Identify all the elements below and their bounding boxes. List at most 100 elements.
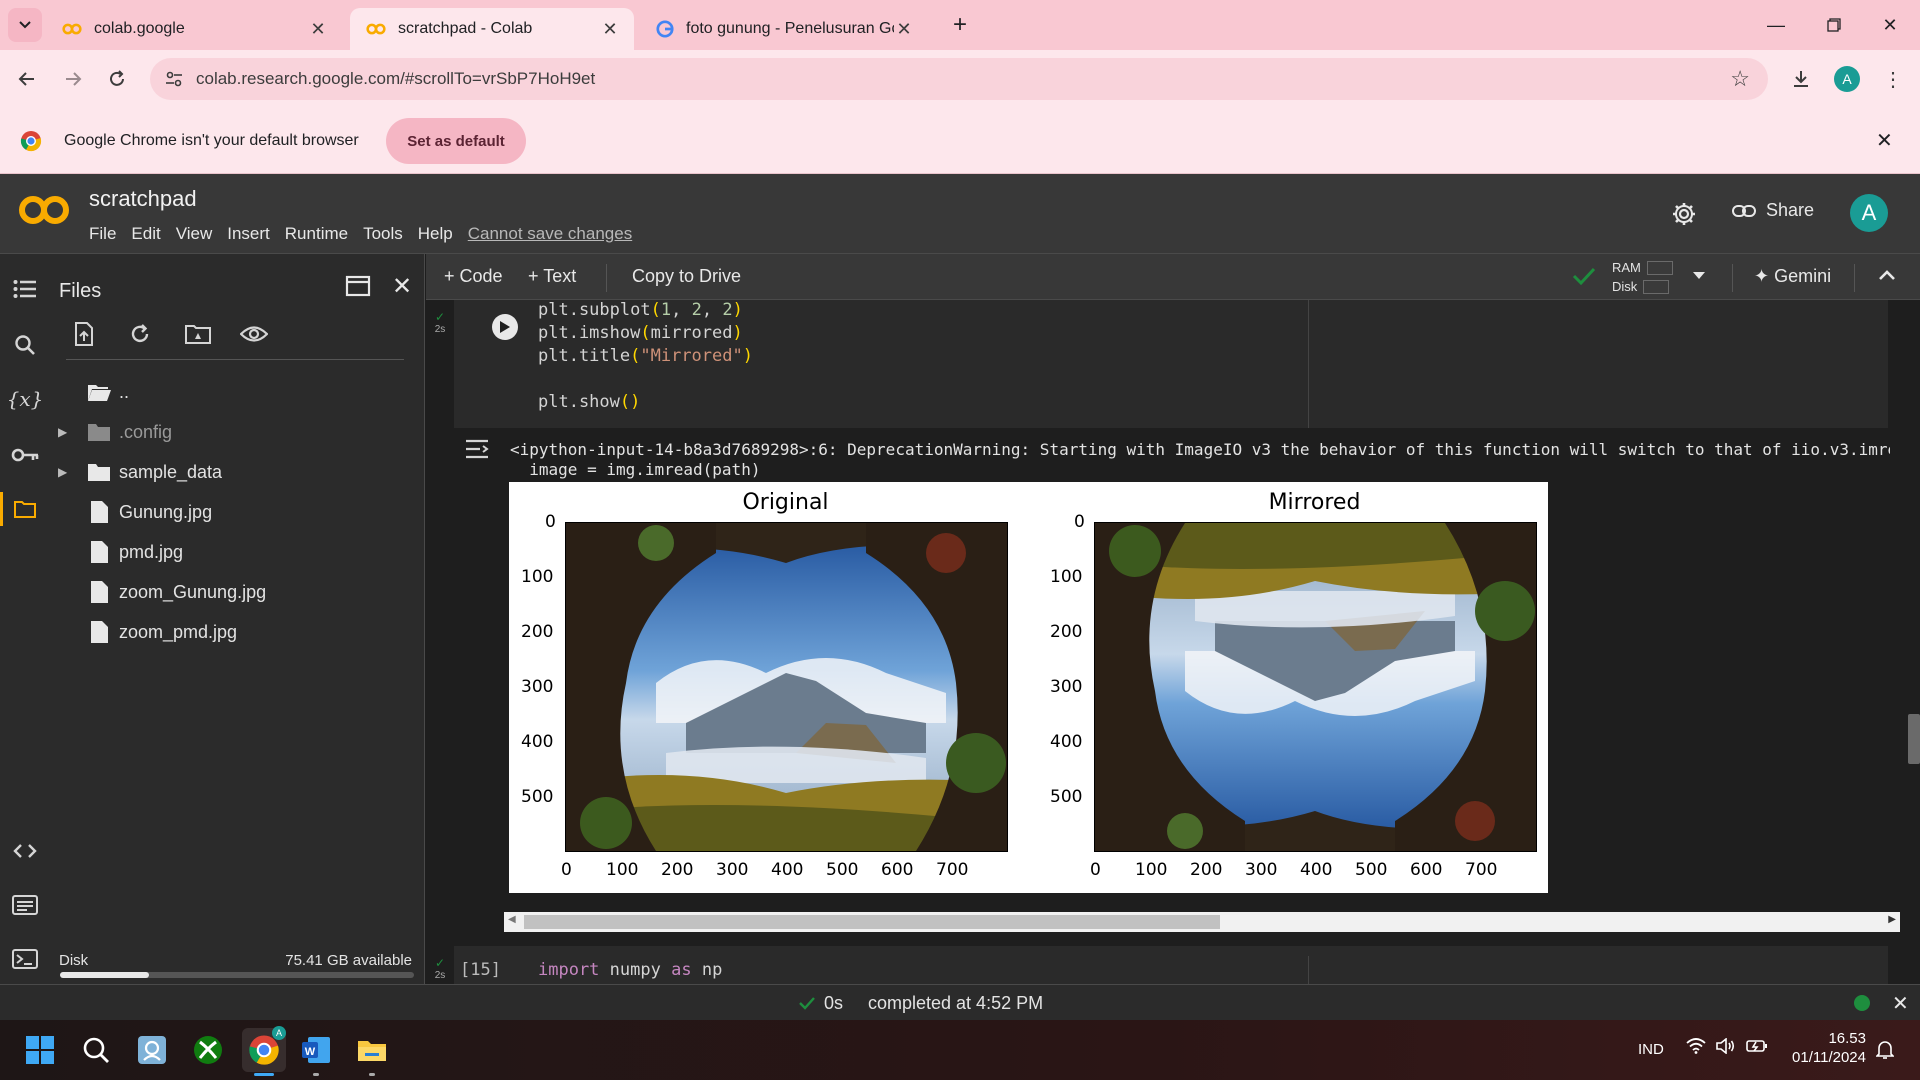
close-files-panel-button[interactable]: ✕ — [386, 270, 418, 302]
file-item-gunung[interactable]: Gunung.jpg — [50, 494, 425, 530]
downloads-button[interactable] — [1784, 62, 1818, 96]
collapse-header-button[interactable] — [1878, 268, 1896, 286]
files-active-indicator — [0, 492, 3, 526]
svg-text:W: W — [305, 1046, 316, 1058]
menu-edit[interactable]: Edit — [131, 224, 160, 244]
output-horizontal-scrollbar[interactable]: ◀ ▶ — [504, 912, 1900, 932]
menu-view[interactable]: View — [176, 224, 213, 244]
file-item-parent[interactable]: .. — [50, 374, 425, 410]
add-text-cell-button[interactable]: + Text — [528, 266, 576, 287]
taskbar-search-button[interactable] — [76, 1030, 116, 1070]
files-button[interactable] — [8, 492, 42, 526]
minimize-button[interactable]: — — [1756, 10, 1796, 40]
scroll-left-icon[interactable]: ◀ — [508, 914, 516, 925]
share-button[interactable]: Share — [1732, 200, 1814, 221]
taskbar-app-word[interactable]: W — [296, 1030, 336, 1076]
taskbar-app-file-explorer[interactable] — [352, 1030, 392, 1076]
taskbar-app-chrome[interactable]: A — [242, 1026, 286, 1076]
reload-button[interactable] — [100, 62, 134, 96]
chrome-logo-icon — [20, 131, 42, 152]
close-infobar-icon[interactable]: ✕ — [1876, 128, 1893, 153]
profile-button[interactable]: A — [1830, 62, 1864, 96]
completed-status[interactable]: completed at 4:52 PM — [868, 993, 1043, 1014]
taskbar-app-xbox[interactable] — [188, 1030, 228, 1070]
chrome-menu-button[interactable]: ⋮ — [1876, 62, 1910, 96]
run-cell-button[interactable] — [492, 314, 518, 340]
account-avatar[interactable]: A — [1850, 194, 1888, 232]
scroll-right-icon[interactable]: ▶ — [1888, 914, 1896, 925]
forward-button[interactable] — [56, 62, 90, 96]
menu-help[interactable]: Help — [418, 224, 453, 244]
back-button[interactable] — [10, 62, 44, 96]
file-item-zoom-gunung[interactable]: zoom_Gunung.jpg — [50, 574, 425, 610]
menu-file[interactable]: File — [89, 224, 116, 244]
files-panel-title: Files — [59, 280, 102, 302]
settings-button[interactable] — [1668, 198, 1700, 230]
file-item-sample-data[interactable]: ▶ sample_data — [50, 454, 425, 490]
colab-logo[interactable] — [18, 192, 70, 228]
colab-favicon-icon — [62, 23, 82, 35]
find-replace-button[interactable] — [8, 328, 42, 362]
copy-to-drive-button[interactable]: Copy to Drive — [632, 266, 741, 287]
vertical-scroll-thumb[interactable] — [1908, 714, 1920, 764]
open-in-tab-button[interactable] — [342, 270, 374, 302]
gemini-button[interactable]: ✦ Gemini — [1754, 266, 1831, 287]
close-status-icon[interactable]: ✕ — [1892, 991, 1909, 1016]
menu-runtime[interactable]: Runtime — [285, 224, 348, 244]
file-item-zoom-pmd[interactable]: zoom_pmd.jpg — [50, 614, 425, 650]
tab-foto-gunung[interactable]: foto gunung - Penelusuran Goo ✕ — [640, 8, 928, 50]
disk-label: Disk — [1612, 279, 1638, 294]
cannot-save-link[interactable]: Cannot save changes — [468, 224, 632, 244]
site-settings-icon[interactable] — [164, 69, 184, 89]
close-window-button[interactable]: ✕ — [1870, 10, 1910, 40]
restore-button[interactable] — [1814, 10, 1854, 40]
refresh-button[interactable] — [124, 318, 156, 350]
upload-file-button[interactable] — [68, 318, 100, 350]
code-snippets-button[interactable] — [8, 834, 42, 868]
command-palette-button[interactable] — [8, 888, 42, 922]
table-of-contents-button[interactable] — [8, 272, 42, 306]
file-icon — [91, 621, 108, 643]
resource-monitor[interactable]: RAM Disk — [1612, 258, 1673, 296]
variables-button[interactable]: {𝑥} — [7, 382, 44, 416]
start-button[interactable] — [20, 1030, 60, 1070]
bookmark-star-icon[interactable]: ☆ — [1730, 66, 1750, 92]
ram-label: RAM — [1612, 260, 1641, 275]
mount-drive-button[interactable] — [182, 318, 214, 350]
tab-search-button[interactable] — [8, 8, 42, 42]
file-item-pmd[interactable]: pmd.jpg — [50, 534, 425, 570]
tab-colab-google[interactable]: colab.google ✕ — [46, 8, 342, 50]
close-tab-icon[interactable]: ✕ — [308, 19, 328, 40]
secrets-button[interactable] — [8, 438, 42, 472]
code-cell[interactable]: plt.subplot(1, 2, 2) plt.imshow(mirrored… — [454, 300, 1888, 428]
add-code-cell-button[interactable]: + Code — [444, 266, 503, 287]
clock[interactable]: 16.53 01/11/2024 — [1786, 1030, 1866, 1066]
output-actions-button[interactable] — [464, 438, 490, 464]
file-name: pmd.jpg — [119, 541, 184, 562]
input-language[interactable]: IND — [1638, 1041, 1664, 1058]
notifications-button[interactable] — [1875, 1040, 1895, 1065]
chrome-profile-badge: A — [272, 1026, 286, 1040]
runtime-dropdown-button[interactable] — [1692, 268, 1706, 286]
y-tick-label: 400 — [521, 732, 554, 752]
code-cell[interactable]: [15] import numpy as np — [454, 946, 1888, 984]
close-tab-icon[interactable]: ✕ — [894, 19, 914, 40]
taskbar-app-widgets[interactable] — [132, 1030, 172, 1070]
horizontal-scroll-thumb[interactable] — [524, 915, 1220, 929]
plot-figure: Original Mirrored 0 100 200 300 400 500 … — [509, 482, 1548, 893]
address-bar[interactable]: colab.research.google.com/#scrollTo=vrSb… — [150, 58, 1768, 100]
expand-arrow-icon[interactable]: ▶ — [58, 465, 72, 479]
menu-tools[interactable]: Tools — [363, 224, 403, 244]
tab-scratchpad[interactable]: scratchpad - Colab ✕ — [350, 8, 634, 50]
notebook-vertical-scrollbar[interactable] — [1904, 300, 1920, 984]
tray-network-sound-battery[interactable] — [1686, 1038, 1768, 1054]
new-tab-button[interactable]: + — [940, 10, 980, 40]
show-hidden-files-button[interactable] — [238, 318, 270, 350]
file-item-config[interactable]: ▶ .config — [50, 414, 425, 450]
expand-arrow-icon[interactable]: ▶ — [58, 425, 72, 439]
close-tab-icon[interactable]: ✕ — [600, 19, 620, 40]
notebook-title[interactable]: scratchpad — [89, 186, 197, 212]
set-as-default-button[interactable]: Set as default — [386, 118, 526, 164]
menu-insert[interactable]: Insert — [227, 224, 270, 244]
terminal-button[interactable] — [8, 942, 42, 976]
